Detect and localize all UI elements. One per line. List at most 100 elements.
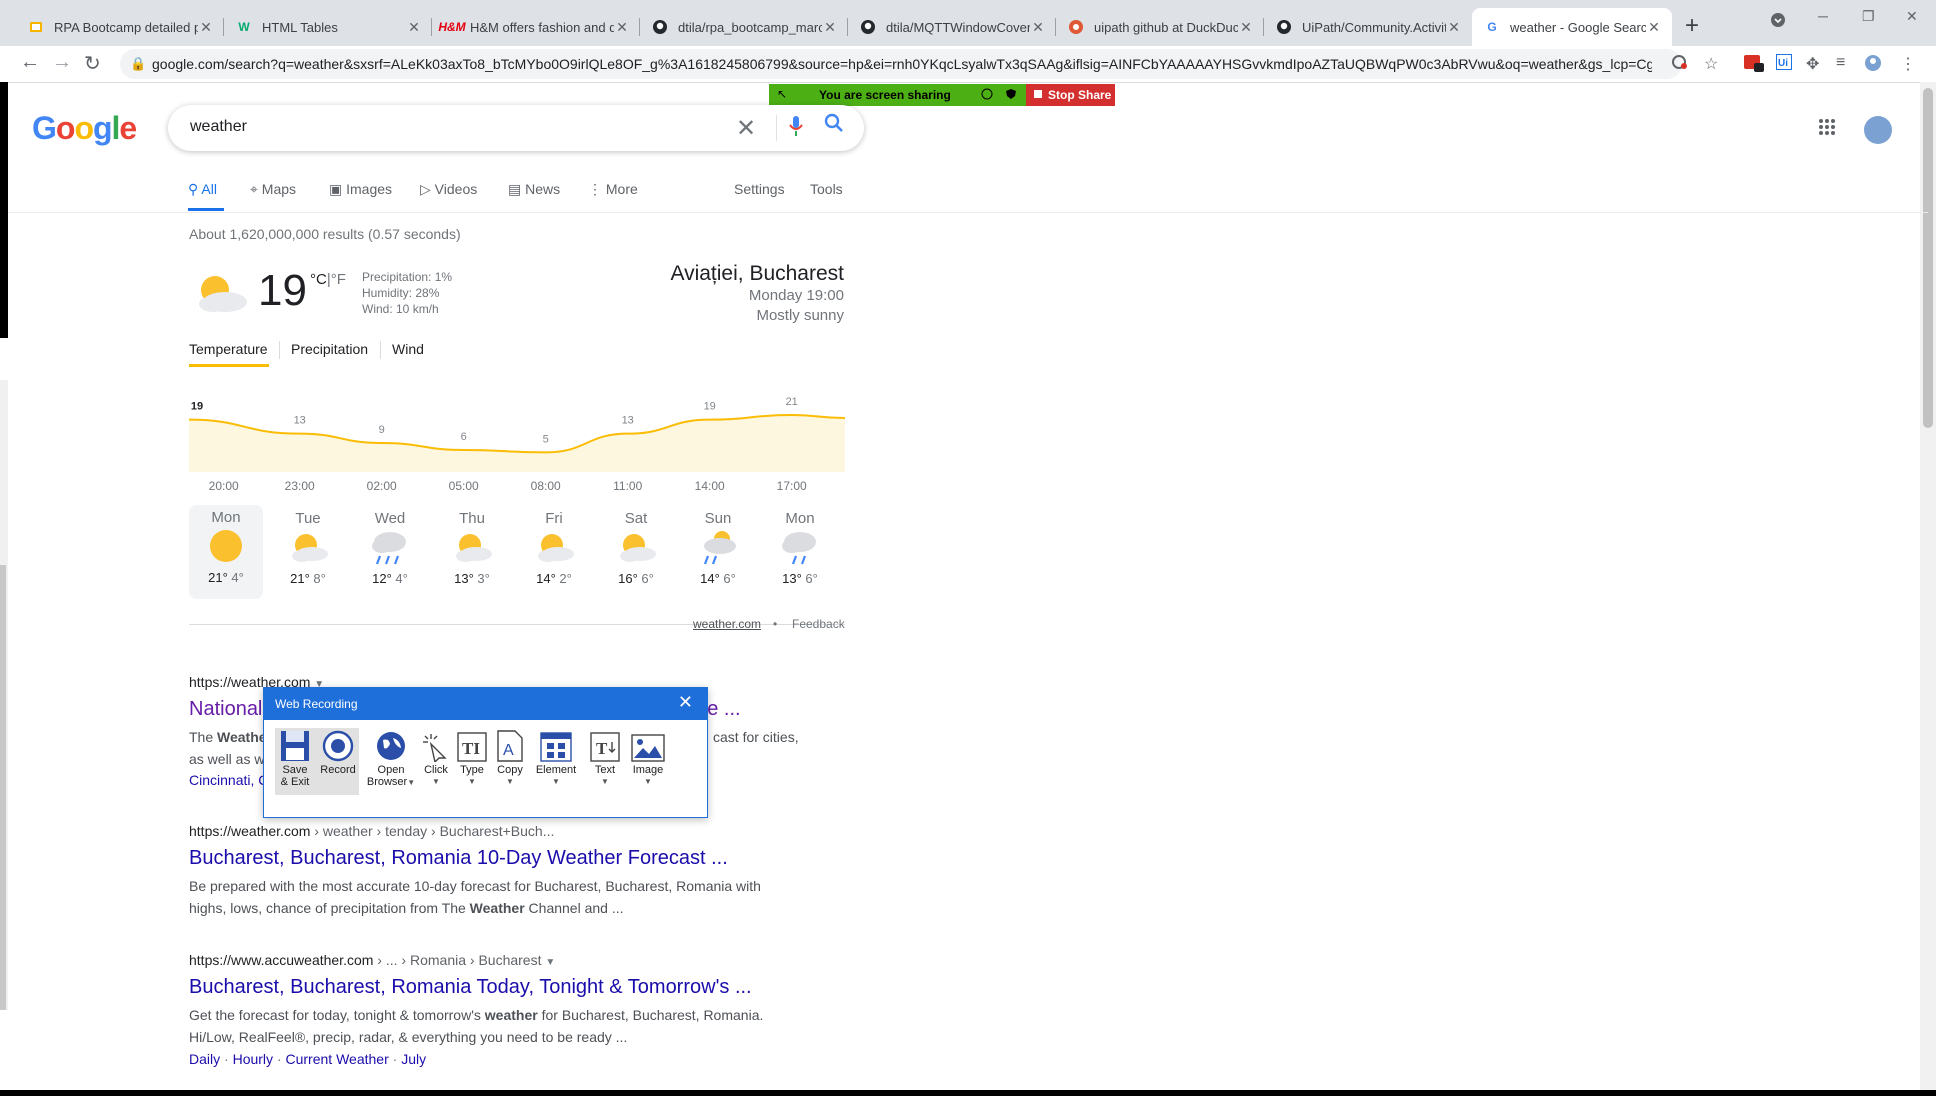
- day-temps: 14° 2°: [536, 571, 572, 586]
- close-tab-icon[interactable]: ✕: [1646, 19, 1662, 36]
- sitelink-current-weather[interactable]: Current Weather: [286, 1051, 389, 1067]
- google-icon: G: [1487, 20, 1497, 34]
- tab-search-icon[interactable]: [1770, 12, 1786, 31]
- forecast-day[interactable]: Wed 12° 4°: [353, 506, 427, 586]
- sitelink-hourly[interactable]: Hourly: [233, 1051, 273, 1067]
- apps-grid-icon[interactable]: [1818, 118, 1836, 142]
- chart-data-label: 19: [191, 401, 203, 413]
- tab-html-tables[interactable]: W HTML Tables ✕: [224, 8, 432, 46]
- search-icon[interactable]: [824, 113, 844, 139]
- tab-maps[interactable]: ⌖ Maps: [250, 181, 296, 198]
- back-icon[interactable]: ←: [20, 51, 40, 74]
- result-title[interactable]: Bucharest, Bucharest, Romania Today, Ton…: [189, 976, 752, 999]
- uipath-extension-icon[interactable]: Ui: [1776, 54, 1792, 75]
- forecast-day[interactable]: Mon 21° 4°: [189, 505, 263, 599]
- close-tab-icon[interactable]: ✕: [1446, 19, 1462, 36]
- result-cite[interactable]: https://www.accuweather.com › ... › Roma…: [189, 952, 555, 968]
- open-browser-button[interactable]: Open Browser▼: [366, 728, 416, 789]
- tab-more[interactable]: ⋮ More: [588, 181, 638, 198]
- tab-precipitation[interactable]: Precipitation: [291, 341, 368, 357]
- scroll-thumb[interactable]: [1923, 88, 1933, 428]
- tab-weather-google[interactable]: G weather - Google Search ✕: [1472, 8, 1672, 46]
- stop-share-button[interactable]: Stop Share: [1026, 84, 1115, 106]
- fahrenheit-unit[interactable]: °F: [331, 271, 346, 288]
- tab-temperature[interactable]: Temperature: [189, 341, 268, 357]
- type-button[interactable]: TI Type ▼: [456, 728, 488, 788]
- avatar[interactable]: [1864, 116, 1892, 144]
- share-pause-icon[interactable]: [981, 88, 993, 103]
- record-button[interactable]: Record: [317, 728, 359, 776]
- search-input[interactable]: weather: [190, 118, 247, 136]
- tab-videos[interactable]: ▷ Videos: [420, 181, 477, 198]
- tab-wind[interactable]: Wind: [392, 341, 424, 357]
- element-icon: [530, 728, 582, 762]
- forecast-day[interactable]: Thu 13° 3°: [435, 506, 509, 586]
- copy-button[interactable]: A Copy ▼: [494, 728, 526, 788]
- tab-uipath-community[interactable]: UiPath/Community.Activitie ✕: [1264, 8, 1472, 46]
- media-control-icon[interactable]: ≡: [1836, 54, 1845, 72]
- close-tab-icon[interactable]: ✕: [1238, 19, 1254, 36]
- url-text[interactable]: google.com/search?q=weather&sxsrf=ALeKk0…: [152, 56, 1652, 72]
- forecast-day[interactable]: Sun 14° 6°: [681, 506, 755, 586]
- page-scrollbar[interactable]: [1920, 82, 1936, 1096]
- left-scroll-thumb[interactable]: [0, 565, 6, 1010]
- tab-mqtt[interactable]: dtila/MQTTWindowCover ✕: [848, 8, 1056, 46]
- result-title[interactable]: Bucharest, Bucharest, Romania 10-Day Wea…: [189, 847, 728, 870]
- tab-all[interactable]: ⚲ All: [188, 181, 217, 198]
- cite-menu-icon[interactable]: ▼: [545, 957, 555, 968]
- element-button[interactable]: Element ▼: [530, 728, 582, 788]
- tab-rpa-bootcamp-march[interactable]: dtila/rpa_bootcamp_march ✕: [640, 8, 848, 46]
- extension-badge-icon[interactable]: [1744, 54, 1764, 77]
- celsius-unit[interactable]: °C: [310, 271, 327, 288]
- forecast-day[interactable]: Sat 16° 6°: [599, 506, 673, 586]
- weather-source-link[interactable]: weather.com: [693, 617, 761, 631]
- tab-news[interactable]: ▤ News: [508, 181, 560, 198]
- clear-icon[interactable]: ✕: [736, 114, 756, 143]
- forecast-day[interactable]: Tue 21° 8°: [271, 506, 345, 586]
- close-tab-icon[interactable]: ✕: [198, 19, 214, 36]
- new-tab-button[interactable]: +: [1685, 12, 1699, 40]
- feedback-link[interactable]: Feedback: [792, 617, 845, 631]
- sitelink-daily[interactable]: Daily: [189, 1051, 220, 1067]
- microphone-icon[interactable]: [788, 115, 804, 143]
- reload-icon[interactable]: ↻: [84, 51, 101, 76]
- tab-images[interactable]: ▣ Images: [329, 181, 392, 198]
- close-tab-icon[interactable]: ✕: [1030, 19, 1046, 36]
- text-button[interactable]: T Text ▼: [588, 728, 622, 788]
- forecast-day[interactable]: Mon 13° 6°: [763, 506, 837, 586]
- close-icon[interactable]: ✕: [678, 692, 693, 713]
- block-icon[interactable]: [1672, 54, 1688, 75]
- restore-icon[interactable]: ❐: [1862, 8, 1875, 25]
- dropdown-caret-icon: ▼: [644, 777, 652, 786]
- tab-rpa-bootcamp[interactable]: RPA Bootcamp detailed pr ✕: [16, 8, 224, 46]
- dialog-titlebar[interactable]: Web Recording ✕: [264, 688, 707, 720]
- click-button[interactable]: Click ▼: [420, 728, 452, 788]
- minimize-icon[interactable]: ─: [1818, 8, 1828, 24]
- close-tab-icon[interactable]: ✕: [822, 19, 838, 36]
- close-tab-icon[interactable]: ✕: [406, 19, 422, 36]
- tools-link[interactable]: Tools: [810, 181, 843, 197]
- google-logo[interactable]: Google: [32, 110, 137, 147]
- menu-kebab-icon[interactable]: ⋮: [1900, 54, 1916, 74]
- result-title[interactable]: National: [189, 698, 262, 721]
- bookmark-star-icon[interactable]: ☆: [1704, 54, 1718, 74]
- forward-icon[interactable]: →: [52, 51, 72, 74]
- profile-icon[interactable]: [1864, 54, 1882, 77]
- close-tab-icon[interactable]: ✕: [614, 19, 630, 36]
- close-window-icon[interactable]: ✕: [1906, 8, 1918, 25]
- result-cite[interactable]: https://weather.com › weather › tenday ›…: [189, 823, 554, 839]
- share-grip-icon[interactable]: ↖: [777, 87, 787, 101]
- result-sitelink[interactable]: Cincinnati, C: [189, 772, 268, 788]
- sitelink-july[interactable]: July: [401, 1051, 426, 1067]
- search-box[interactable]: weather ✕: [168, 105, 864, 151]
- image-button[interactable]: Image ▼: [628, 728, 668, 788]
- save-exit-button[interactable]: Save & Exit: [275, 728, 315, 788]
- tab-duckduckgo[interactable]: uipath github at DuckDuck ✕: [1056, 8, 1264, 46]
- address-bar[interactable]: 🔒 google.com/search?q=weather&sxsrf=ALeK…: [120, 49, 1682, 79]
- tab-hm[interactable]: H&M H&M offers fashion and q ✕: [432, 8, 640, 46]
- unit-toggle[interactable]: °C|°F: [310, 271, 346, 288]
- extensions-puzzle-icon[interactable]: ✥: [1806, 54, 1819, 74]
- day-name: Sat: [624, 510, 648, 527]
- settings-link[interactable]: Settings: [734, 181, 785, 197]
- forecast-day[interactable]: Fri 14° 2°: [517, 506, 591, 586]
